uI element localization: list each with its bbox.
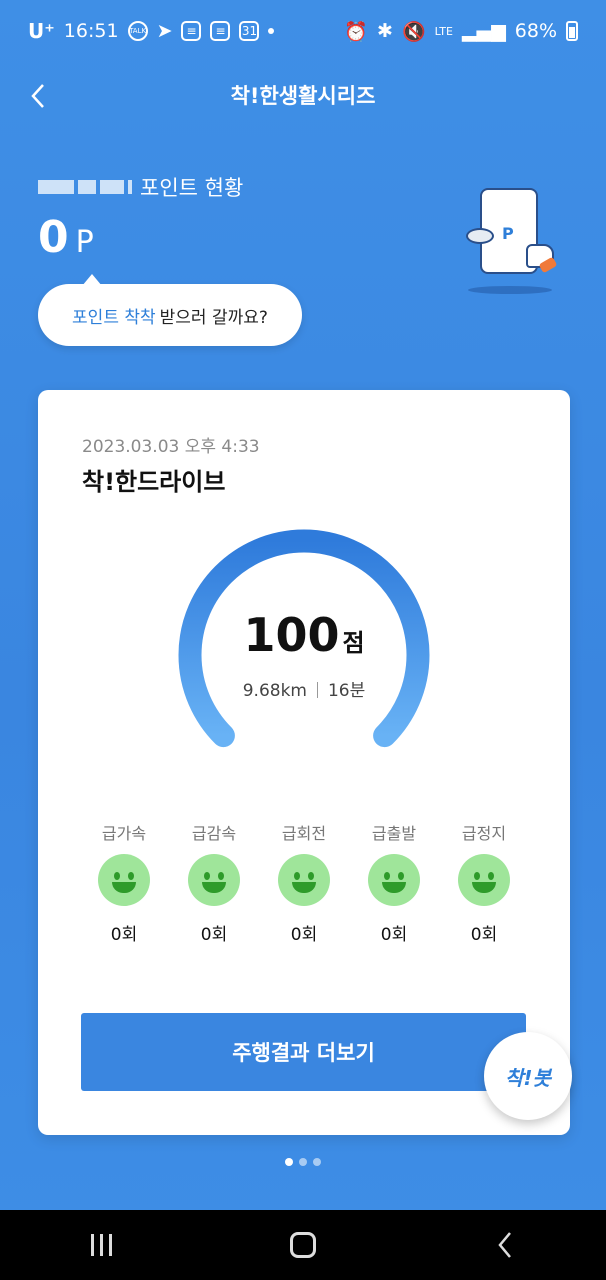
score-unit: 점 bbox=[342, 629, 365, 657]
trip-distance: 9.68km bbox=[242, 681, 307, 701]
metric-rapid-deceleration: 급감속 0회 bbox=[169, 820, 259, 945]
trip-duration: 16분 bbox=[327, 681, 366, 701]
more-notifications-dot bbox=[268, 28, 275, 34]
points-unit: P bbox=[75, 225, 95, 260]
note-icon: ≡ bbox=[210, 21, 231, 41]
bubble-highlight: 포인트 착착 bbox=[72, 307, 156, 328]
talk-icon: TALK bbox=[127, 21, 148, 41]
points-bubble-button[interactable]: 포인트 착착 받으러 갈까요? bbox=[38, 274, 302, 346]
metric-count: 0회 bbox=[290, 925, 318, 945]
coin-icon bbox=[466, 228, 494, 244]
metric-count: 0회 bbox=[110, 925, 138, 945]
phone-points-illustration: P bbox=[462, 186, 562, 298]
home-icon bbox=[290, 1232, 316, 1258]
card-title: 착!한드라이브 bbox=[82, 468, 226, 496]
clock: 16:51 bbox=[63, 20, 119, 42]
smiley-icon bbox=[188, 854, 240, 906]
points-status-label: 포인트 현황 bbox=[38, 172, 243, 202]
drive-score: 100 점 bbox=[38, 608, 570, 662]
points-value: 0P bbox=[38, 212, 95, 263]
points-label-text: 포인트 현황 bbox=[140, 176, 244, 200]
app-header: 착!한생활시리즈 bbox=[0, 70, 606, 120]
metric-count: 0회 bbox=[200, 925, 228, 945]
network-label: LTE bbox=[434, 24, 453, 38]
smiley-icon bbox=[368, 854, 420, 906]
system-back-button[interactable] bbox=[475, 1220, 535, 1270]
page-indicator bbox=[0, 1158, 606, 1166]
smiley-icon bbox=[278, 854, 330, 906]
carrier-label: U⁺ bbox=[28, 19, 55, 43]
bubble-text: 받으러 갈까요? bbox=[159, 307, 268, 328]
smiley-icon bbox=[98, 854, 150, 906]
metric-rapid-turn: 급회전 0회 bbox=[259, 820, 349, 945]
points-number: 0 bbox=[38, 212, 70, 263]
phone-letter: P bbox=[502, 224, 514, 243]
divider bbox=[316, 682, 318, 698]
metric-count: 0회 bbox=[380, 925, 408, 945]
metric-rapid-start: 급출발 0회 bbox=[349, 820, 439, 945]
status-right: ⏰ ✱ 🔇 LTE ▂▄▆ 68% bbox=[344, 20, 578, 43]
more-drive-results-button[interactable]: 주행결과 더보기 bbox=[81, 1013, 526, 1091]
alarm-icon: ⏰ bbox=[344, 20, 369, 43]
metric-count: 0회 bbox=[470, 925, 498, 945]
status-bar: U⁺ 16:51 TALK ➤ ≡ ≡ 31 ⏰ ✱ 🔇 LTE ▂▄▆ 68% bbox=[0, 0, 606, 62]
illustration-shadow bbox=[468, 286, 552, 294]
mute-icon: 🔇 bbox=[401, 20, 426, 43]
telegram-icon: ➤ bbox=[156, 20, 173, 42]
metric-label: 급정지 bbox=[461, 824, 507, 843]
page-title: 착!한생활시리즈 bbox=[230, 84, 376, 108]
home-button[interactable] bbox=[273, 1220, 333, 1270]
bluetooth-icon: ✱ bbox=[377, 20, 393, 42]
drive-date: 2023.03.03 오후 4:33 bbox=[82, 437, 260, 457]
back-icon bbox=[498, 1232, 511, 1258]
score-value: 100 bbox=[243, 608, 340, 662]
trip-summary: 9.68km 16분 bbox=[38, 676, 570, 701]
metric-label: 급출발 bbox=[371, 824, 417, 843]
driving-metrics: 급가속 0회 급감속 0회 급회전 0회 급출발 0회 급정지 0회 bbox=[79, 820, 529, 945]
page-dot[interactable] bbox=[285, 1158, 293, 1166]
metric-label: 급회전 bbox=[281, 824, 327, 843]
signal-icon: ▂▄▆ bbox=[461, 20, 506, 42]
metric-label: 급가속 bbox=[101, 824, 147, 843]
note-icon: ≡ bbox=[181, 21, 202, 41]
chatbot-button[interactable]: 착!봇 bbox=[484, 1032, 572, 1120]
calendar-icon: 31 bbox=[239, 21, 260, 41]
battery-label: 68% bbox=[514, 20, 557, 42]
drive-result-card: 2023.03.03 오후 4:33 착!한드라이브 100 점 9.68km 16… bbox=[38, 390, 570, 1135]
page-dot[interactable] bbox=[299, 1158, 307, 1166]
masked-user-name bbox=[38, 180, 132, 194]
system-nav-bar bbox=[0, 1210, 606, 1280]
metric-rapid-acceleration: 급가속 0회 bbox=[79, 820, 169, 945]
smiley-icon bbox=[458, 854, 510, 906]
battery-icon bbox=[566, 21, 578, 41]
page-dot[interactable] bbox=[313, 1158, 321, 1166]
recent-apps-button[interactable] bbox=[71, 1220, 131, 1270]
metric-label: 급감속 bbox=[191, 824, 237, 843]
recent-apps-icon bbox=[90, 1234, 112, 1256]
metric-rapid-stop: 급정지 0회 bbox=[439, 820, 529, 945]
status-left: U⁺ 16:51 TALK ➤ ≡ ≡ 31 bbox=[28, 19, 275, 43]
